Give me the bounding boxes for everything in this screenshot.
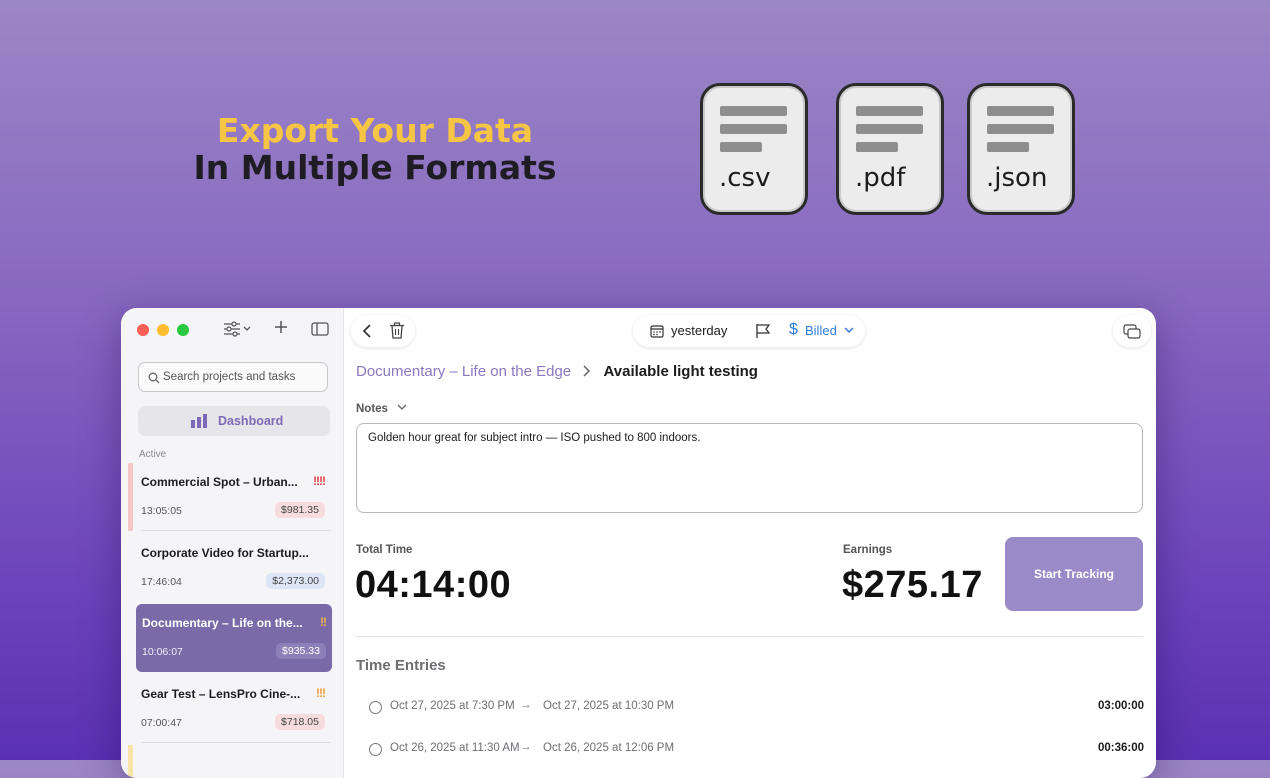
project-time: 10:06:07 xyxy=(142,646,183,658)
notes-text: Golden hour great for subject intro — IS… xyxy=(368,432,701,444)
project-time: 13:05:05 xyxy=(141,505,182,517)
priority-stripe xyxy=(128,463,133,531)
csv-ext-label: .csv xyxy=(719,163,771,193)
hero-line-1: Export Your Data xyxy=(216,111,534,150)
earnings-label: Earnings xyxy=(843,544,893,556)
entry-start: Oct 26, 2025 at 11:30 AM xyxy=(390,742,520,754)
clock-icon xyxy=(369,701,382,714)
project-title: Commercial Spot – Urban... xyxy=(141,475,298,489)
section-label-active: Active xyxy=(139,449,167,460)
priority-marker: !!! xyxy=(316,686,326,700)
search-placeholder: Search projects and tasks xyxy=(163,371,296,383)
notes-textarea[interactable]: Golden hour great for subject intro — IS… xyxy=(356,423,1143,513)
duplicate-window-icon[interactable] xyxy=(1123,324,1141,339)
pdf-ext-label: .pdf xyxy=(855,163,906,193)
hero-line-2: In Multiple Formats xyxy=(193,148,557,187)
chevron-down-icon xyxy=(844,327,854,333)
project-item[interactable]: Gear Test – LensPro Cine-... !!! 07:00:4… xyxy=(135,675,331,743)
entry-start: Oct 27, 2025 at 7:30 PM xyxy=(390,700,515,712)
project-time: 17:46:04 xyxy=(141,576,182,588)
project-item[interactable]: Commercial Spot – Urban... !!!! 13:05:05… xyxy=(128,463,331,531)
project-time: 07:00:47 xyxy=(141,717,182,729)
project-title: Documentary – Life on the... xyxy=(142,616,303,630)
pdf-file-icon: .pdf xyxy=(836,83,944,215)
window-toolbar-group xyxy=(1113,315,1151,347)
dashboard-label: Dashboard xyxy=(218,414,284,428)
project-amount: $718.05 xyxy=(275,714,325,730)
dollar-icon: $ xyxy=(789,321,798,338)
billing-status-dropdown[interactable]: Billed xyxy=(805,323,837,338)
add-icon[interactable] xyxy=(273,319,289,340)
entry-end: Oct 27, 2025 at 10:30 PM xyxy=(543,700,675,712)
breadcrumb-project-link[interactable]: Documentary – Life on the Edge xyxy=(356,363,571,380)
chevron-down-icon xyxy=(397,404,407,410)
total-time-value: 04:14:00 xyxy=(355,564,512,606)
earnings-value: $275.17 xyxy=(842,564,983,606)
divider xyxy=(356,636,1143,637)
breadcrumb-task-title: Available light testing xyxy=(603,363,758,380)
csv-file-icon: .csv xyxy=(700,83,808,215)
close-window-button[interactable] xyxy=(137,324,149,336)
entry-duration: 00:36:00 xyxy=(1097,742,1144,754)
project-item-selected[interactable]: Documentary – Life on the... !! 10:06:07… xyxy=(136,604,332,672)
breadcrumb: Documentary – Life on the Edge Available… xyxy=(356,363,758,380)
filter-sliders-icon[interactable] xyxy=(223,321,251,342)
project-amount: $2,373.00 xyxy=(266,573,325,589)
bar-chart-icon xyxy=(191,414,207,428)
time-entries-heading: Time Entries xyxy=(356,657,446,674)
time-entry-row[interactable]: Oct 27, 2025 at 7:30 PM → Oct 27, 2025 a… xyxy=(369,699,1144,720)
notes-label: Notes xyxy=(356,403,388,415)
project-title: Gear Test – LensPro Cine-... xyxy=(141,687,301,701)
notes-toggle[interactable]: Notes xyxy=(356,403,407,415)
sidebar: Search projects and tasks Dashboard Acti… xyxy=(121,308,344,778)
minimize-window-button[interactable] xyxy=(157,324,169,336)
priority-marker: !! xyxy=(320,615,327,629)
hero-heading: Export Your Data In Multiple Formats xyxy=(150,112,600,186)
priority-stripe xyxy=(128,745,133,778)
time-entry-row[interactable]: Oct 26, 2025 at 11:30 AM → Oct 26, 2025 … xyxy=(369,741,1144,762)
dashboard-button[interactable]: Dashboard xyxy=(138,406,330,436)
app-window: Search projects and tasks Dashboard Acti… xyxy=(121,308,1156,778)
entry-duration: 03:00:00 xyxy=(1097,700,1144,712)
project-title: Corporate Video for Startup... xyxy=(141,546,309,560)
json-ext-label: .json xyxy=(986,163,1048,193)
trash-icon[interactable] xyxy=(389,322,405,339)
main-pane: yesterday $ Billed Documentary – Life on… xyxy=(344,308,1156,778)
clock-icon xyxy=(369,743,382,756)
priority-marker: !!!! xyxy=(313,474,326,488)
calendar-icon xyxy=(650,325,664,338)
json-file-icon: .json xyxy=(967,83,1075,215)
arrow-right-icon: → xyxy=(520,699,532,711)
entry-end: Oct 26, 2025 at 12:06 PM xyxy=(543,742,675,754)
nav-toolbar-group xyxy=(351,315,415,347)
zoom-window-button[interactable] xyxy=(177,324,189,336)
task-toolbar-group: yesterday $ Billed xyxy=(633,315,865,347)
flag-icon[interactable] xyxy=(755,323,771,339)
date-button[interactable]: yesterday xyxy=(671,323,727,338)
start-tracking-button[interactable]: Start Tracking xyxy=(1005,537,1143,611)
chevron-right-icon xyxy=(583,365,591,377)
arrow-right-icon: → xyxy=(520,741,532,753)
search-icon xyxy=(148,372,160,384)
project-amount: $935.33 xyxy=(276,643,326,659)
back-chevron-icon[interactable] xyxy=(362,324,372,338)
project-item[interactable]: Corporate Video for Startup... 17:46:04 … xyxy=(135,534,331,602)
search-input[interactable]: Search projects and tasks xyxy=(138,362,328,392)
project-amount: $981.35 xyxy=(275,502,325,518)
total-time-label: Total Time xyxy=(356,544,413,556)
toggle-sidebar-icon[interactable] xyxy=(311,322,329,341)
